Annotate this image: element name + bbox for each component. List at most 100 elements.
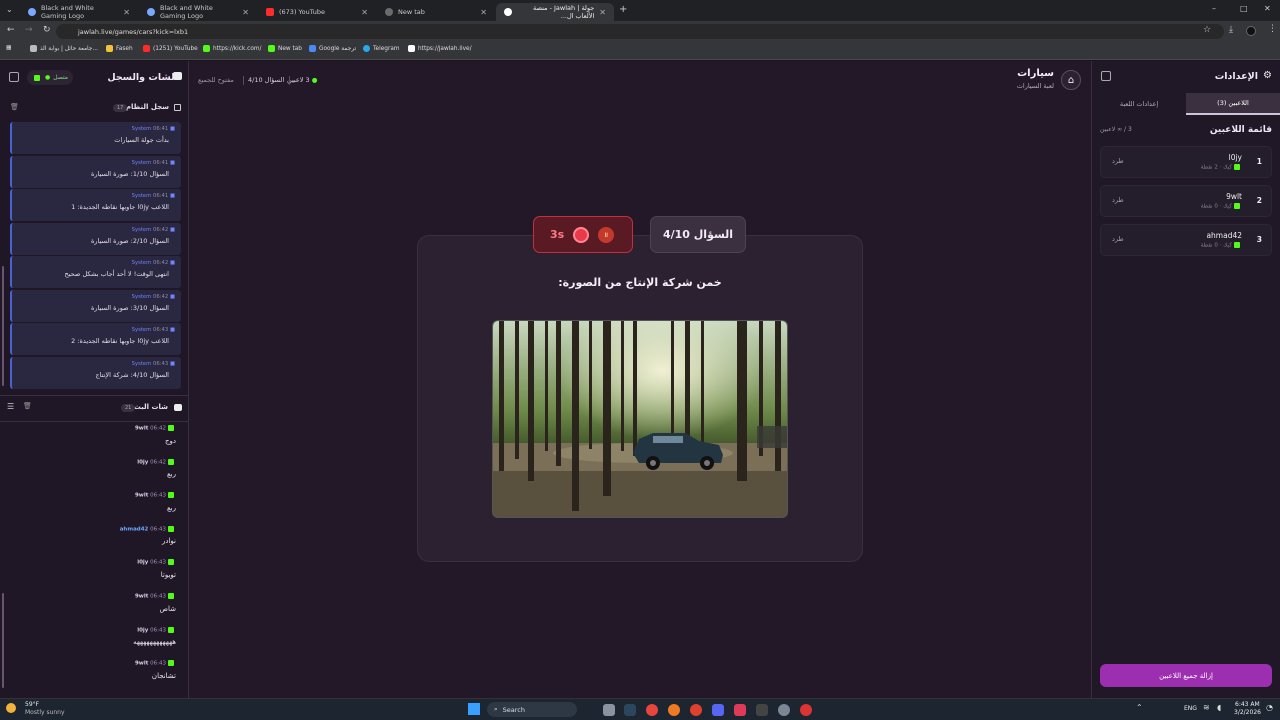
bookmark-item[interactable]: Telegram [363,45,400,52]
bookmark-item[interactable]: (1251) YouTube [143,45,198,52]
bookmark-item[interactable]: جامعة حائل | بوابة الذ... [30,45,98,52]
chat-username[interactable]: 9wlt [135,594,148,600]
system-dot-icon: ■ [168,293,175,300]
forward-icon[interactable]: → [25,25,33,35]
minimize-button[interactable]: – [1212,4,1216,13]
close-icon[interactable]: ✕ [361,8,368,17]
chat-username[interactable]: 9wlt [135,661,148,667]
tray-chevron-icon[interactable]: ⌃ [1136,703,1143,712]
volume-icon[interactable]: ◖ [1217,703,1221,712]
chrome-icon[interactable] [646,704,658,716]
discord-icon[interactable] [712,704,724,716]
apps-icon[interactable]: ▦ [6,45,11,51]
tab-search-icon[interactable]: ⌄ [6,5,13,14]
tab-gaming-logo-2[interactable]: Black and White Gaming Logo ✕ [139,3,257,21]
maximize-button[interactable]: □ [1240,4,1248,13]
app-icon[interactable] [734,704,746,716]
kick-player-button[interactable]: طرد [1112,196,1124,204]
settings-icon[interactable] [778,704,790,716]
log-message: السؤال 1/10: صورة السيارة [91,169,169,178]
steam-icon[interactable] [624,704,636,716]
bookmark-star-icon[interactable]: ☆ [1203,25,1211,35]
tab-game-settings[interactable]: إعدادات اللعبة [1092,93,1186,115]
bookmark-item[interactable]: Google ترجمة [309,45,356,52]
player-name: 9wlt [1226,192,1242,201]
chat-username[interactable]: ahmad42 [120,526,149,532]
wifi-icon[interactable]: ≋ [1203,703,1210,712]
clock-time[interactable]: 6:43 AM [1235,701,1260,708]
profile-avatar[interactable] [1246,26,1256,36]
browser-tab-strip: ⌄ Black and White Gaming Logo ✕ Black and… [0,0,1280,21]
reload-icon[interactable]: ↻ [43,25,51,35]
clock-date[interactable]: 3/2/2026 [1234,709,1261,716]
tab-players[interactable]: اللاعبين (3) [1186,93,1280,115]
kick-icon [168,660,174,667]
windows-start-icon[interactable] [468,703,480,715]
panel-title: الإعدادات [1214,71,1258,82]
log-meta: ■ System 06:41 [131,159,175,166]
chat-username[interactable]: 9wlt [135,493,148,499]
remove-all-players-button[interactable]: إزالة جميع اللاعبين [1100,664,1272,687]
chat-username[interactable]: l0jy [137,627,148,633]
collapse-panel-icon[interactable] [1101,71,1111,81]
settings-panel: الإعدادات ⚙ إعدادات اللعبة اللاعبين (3) … [1091,61,1280,698]
players-list-title: قائمة اللاعبين [1209,125,1272,135]
log-message: اللاعب l0jy جاوبها نقاطه الجديدة: 1 [71,203,169,211]
trash-icon[interactable]: 🗑 [23,402,32,410]
system-log-count: 17 [113,104,128,112]
new-tab-button[interactable]: + [619,4,627,15]
chat-username[interactable]: l0jy [137,459,148,465]
chat-text: شاص [159,604,176,613]
task-view-icon[interactable] [603,704,615,716]
chat-message: 9wlt 06:42 دوج [6,425,176,445]
lang-indicator[interactable]: ENG [1184,705,1197,712]
app-icon[interactable] [690,704,702,716]
trash-icon[interactable]: 🗑 [10,103,19,111]
tab-new-tab[interactable]: New tab ✕ [377,3,495,21]
game-title: سيارات [1017,68,1054,79]
download-icon[interactable]: ⤓ [1229,25,1233,35]
forest-car-image [493,321,787,517]
chat-message: l0jy 06:43 تويوتا [6,559,176,579]
menu-icon[interactable]: ⋮ [1268,24,1277,34]
system-dot-icon: ■ [168,126,175,132]
chat-text: نوادر [161,537,176,546]
app-icon[interactable] [756,704,768,716]
log-entry: ■ System 06:41 اللاعب l0jy جاوبها نقاطه ا… [10,189,181,221]
question-prompt: خمن شركة الإنتاج من الصورة: [558,276,722,289]
log-message: اللاعب l0jy جاوبها نقاطه الجديدة: 2 [71,337,169,345]
taskbar-search[interactable]: ⌕ Search [487,702,577,717]
log-entry: ■ System 06:42 السؤال 2/10: صورة السيارة [10,222,181,255]
close-icon[interactable]: ✕ [480,8,487,17]
log-scrollbar[interactable] [2,266,4,386]
close-icon[interactable]: ✕ [242,8,249,17]
bookmark-item[interactable]: Faseh [106,45,133,52]
back-icon[interactable]: ← [7,25,15,35]
kick-icon [168,492,174,499]
app-icon[interactable] [800,704,812,716]
collapse-panel-icon[interactable] [9,72,19,82]
bookmark-item[interactable]: https://kick.com/ [203,45,261,52]
bookmark-item[interactable]: https://jawlah.live/ [408,45,472,52]
tab-youtube[interactable]: (673) YouTube ✕ [258,3,376,21]
kick-player-button[interactable]: طرد [1112,235,1124,243]
chat-username[interactable]: l0jy [137,560,148,566]
bookmark-item[interactable]: New tab [268,45,302,52]
close-window-button[interactable]: ✕ [1264,4,1271,13]
kick-player-button[interactable]: طرد [1112,157,1124,165]
url-input[interactable]: jawlah.live/games/cars?kick=lxb1 [56,24,1224,39]
home-button[interactable]: ⌂ [1061,70,1081,90]
tab-gaming-logo-1[interactable]: Black and White Gaming Logo ✕ [20,3,138,21]
close-icon[interactable]: ✕ [123,8,130,17]
pause-button[interactable]: ॥ [598,227,614,243]
chat-scrollbar[interactable] [2,593,4,688]
app-icon[interactable] [668,704,680,716]
chat-message-header: l0jy 06:43 [6,559,176,566]
chat-username[interactable]: 9wlt [135,426,148,432]
chat-text: دوج [164,436,176,445]
question-progress-label: السؤال 4/10 [248,76,285,84]
list-icon[interactable]: ☰ [7,402,14,411]
tab-jawlah[interactable]: جولة | Jawlah - منصة الألعاب ال... ✕ [496,3,614,21]
close-icon[interactable]: ✕ [599,8,606,17]
notification-icon[interactable]: ◔ [1266,703,1273,712]
